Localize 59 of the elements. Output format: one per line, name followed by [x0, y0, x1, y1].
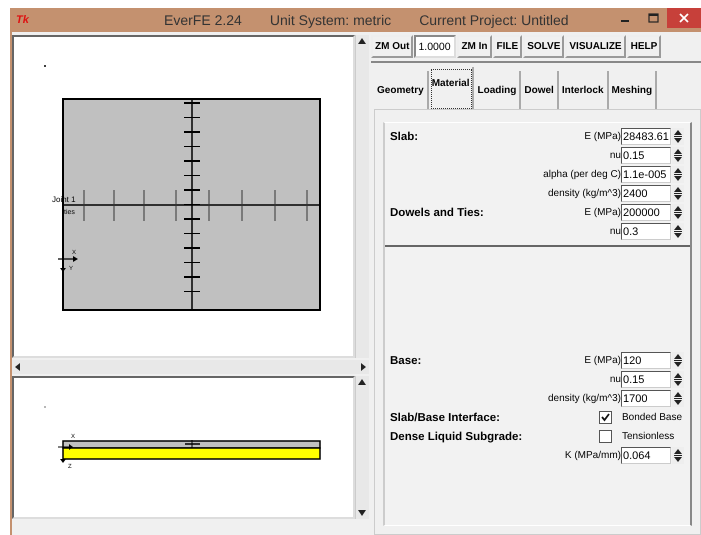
input-field[interactable]: 1.1e-005	[621, 166, 671, 183]
scrollbar[interactable]	[355, 376, 369, 519]
field-label: nu	[610, 226, 621, 237]
window-title: EverFE 2.24	[164, 12, 242, 28]
checkbox-label: Bonded Base	[622, 412, 684, 423]
field-label: nu	[610, 374, 621, 385]
spinner-button[interactable]	[672, 352, 684, 369]
field-label: E (MPa)	[584, 355, 621, 366]
field-label: E (MPa)	[584, 207, 621, 218]
field-label: K (MPa/mm)	[564, 450, 621, 461]
input-field[interactable]: 28483.61	[621, 128, 671, 145]
spinner-button[interactable]	[672, 447, 684, 464]
checkbox[interactable]	[599, 430, 612, 443]
spinner-button[interactable]	[672, 166, 684, 183]
close-icon[interactable]	[667, 8, 701, 28]
input-field[interactable]: 0.064	[621, 447, 671, 464]
menu-button[interactable]: SOLVE	[523, 35, 564, 58]
input-field[interactable]: 120	[621, 352, 671, 369]
menu-button[interactable]: FILE	[492, 35, 522, 58]
window-title: Current Project: Untitled	[419, 12, 569, 28]
spinner-button[interactable]	[672, 204, 684, 221]
input-field[interactable]: 0.3	[621, 223, 671, 240]
zoom-out-button[interactable]: ZM Out	[371, 35, 414, 58]
input-field[interactable]: 2400	[621, 185, 671, 202]
spinner-button[interactable]	[672, 185, 684, 202]
scrollbar[interactable]	[355, 35, 369, 358]
input-field[interactable]: 200000	[621, 204, 671, 221]
input-field[interactable]: 0.15	[621, 371, 671, 388]
checkbox-label: Tensionless	[622, 431, 676, 442]
field-label: E (MPa)	[584, 131, 621, 142]
tab[interactable]: Geometry	[374, 71, 429, 109]
field-label: alpha (per deg C)	[543, 169, 621, 180]
field-label: density (kg/m^3)	[548, 393, 621, 404]
field-label: nu	[610, 150, 621, 161]
checkbox[interactable]	[599, 411, 612, 424]
spinner-button[interactable]	[672, 390, 684, 407]
app-icon: Tk	[10, 14, 164, 26]
menu-button[interactable]: HELP	[626, 35, 662, 58]
spinner-button[interactable]	[672, 371, 684, 388]
spinner-button[interactable]	[672, 147, 684, 164]
point-marker	[44, 65, 46, 67]
zoom-field[interactable]: 1.0000	[414, 35, 456, 58]
spinner-button[interactable]	[672, 128, 684, 145]
input-field[interactable]: 1700	[621, 390, 671, 407]
section-heading: Dense Liquid Subgrade:	[390, 430, 524, 442]
axis-arrows-icon	[58, 256, 78, 272]
tab[interactable]: Material	[428, 67, 474, 111]
window-title: Unit System: metric	[270, 12, 392, 28]
menu-button[interactable]: VISUALIZE	[565, 35, 626, 58]
section-heading: Base:	[390, 354, 422, 366]
axis-arrows-icon	[58, 444, 73, 463]
zoom-in-button[interactable]: ZM In	[457, 35, 492, 58]
field-label: density (kg/m^3)	[548, 188, 621, 199]
section-heading: Slab:	[390, 130, 420, 142]
spinner-button[interactable]	[672, 223, 684, 240]
section-heading: Slab/Base Interface:	[390, 412, 501, 424]
input-field[interactable]: 0.15	[621, 147, 671, 164]
section-heading: Dowels and Ties:	[390, 206, 485, 218]
scrollbar[interactable]	[12, 360, 369, 374]
